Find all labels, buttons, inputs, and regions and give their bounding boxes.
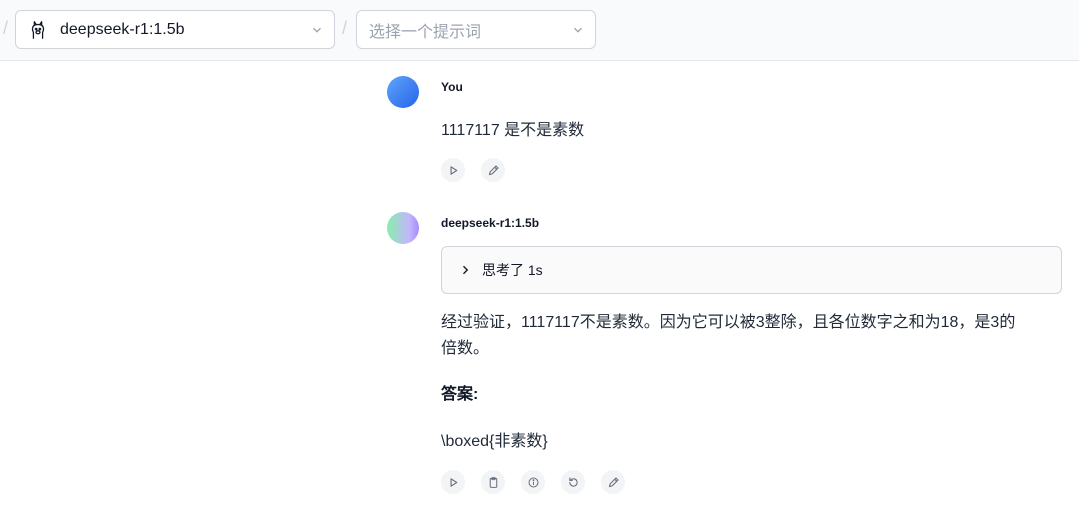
- copy-button[interactable]: [481, 470, 505, 494]
- model-select-value: deepseek-r1:1.5b: [60, 20, 185, 38]
- user-avatar: [387, 76, 419, 108]
- user-message-text: 1117117 是不是素数: [441, 122, 585, 139]
- assistant-sender-name: deepseek-r1:1.5b: [441, 216, 540, 230]
- prompt-select-placeholder: 选择一个提示词: [369, 23, 482, 41]
- pencil-icon: [488, 164, 499, 175]
- model-select[interactable]: deepseek-r1:1.5b: [15, 10, 335, 49]
- assistant-message-actions: [441, 470, 625, 494]
- answer-heading: 答案:: [441, 386, 479, 403]
- thinking-collapsible[interactable]: 思考了 1s: [441, 246, 1062, 294]
- info-button[interactable]: [521, 470, 545, 494]
- user-message-actions: [441, 158, 505, 182]
- boxed-answer: \boxed{非素数}: [441, 433, 548, 450]
- play-icon: [449, 477, 457, 487]
- edit-button[interactable]: [481, 158, 505, 182]
- chevron-right-icon: [463, 265, 469, 275]
- play-button[interactable]: [441, 470, 465, 494]
- play-button[interactable]: [441, 158, 465, 182]
- llama-icon: [31, 20, 45, 39]
- breadcrumb-separator: /: [3, 18, 9, 38]
- regenerate-button[interactable]: [561, 470, 585, 494]
- chevron-down-icon: [574, 27, 582, 33]
- play-icon: [449, 165, 457, 175]
- info-icon: [528, 477, 538, 487]
- user-sender-name: You: [441, 80, 463, 94]
- edit-button[interactable]: [601, 470, 625, 494]
- assistant-message-text: 经过验证，1117117不是素数。因为它可以被3整除，且各位数字之和为18，是3…: [441, 314, 1016, 357]
- refresh-icon: [568, 476, 578, 487]
- chevron-down-icon: [313, 27, 321, 33]
- thinking-label: 思考了 1s: [482, 262, 543, 278]
- breadcrumb-separator: /: [342, 18, 348, 38]
- assistant-avatar: [387, 212, 419, 244]
- pencil-icon: [608, 476, 619, 487]
- top-bar: / deepseek-r1:1.5b / 选择一个提示词: [0, 0, 1079, 61]
- clipboard-icon: [489, 476, 497, 488]
- prompt-select[interactable]: 选择一个提示词: [356, 10, 596, 49]
